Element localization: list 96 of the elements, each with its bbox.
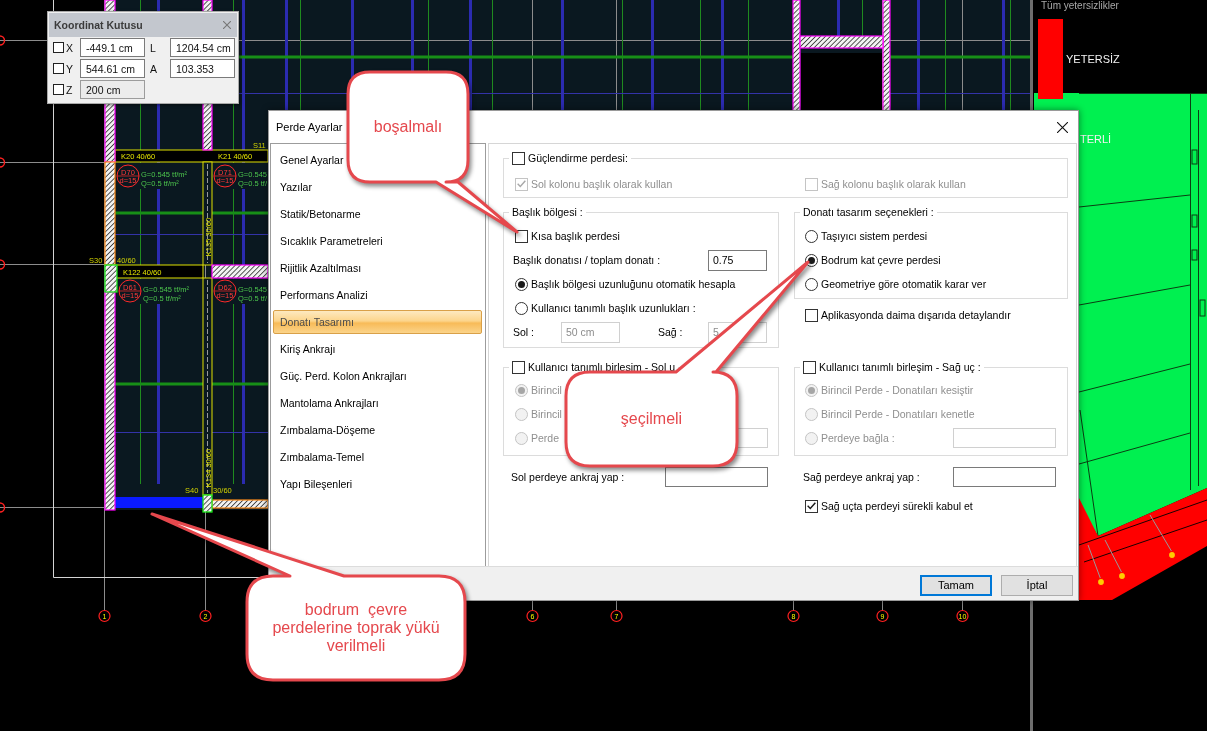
callout-text: şeçilmeli — [620, 410, 683, 428]
callout-text: bodrum çevre perdelerine toprak yükü verilmeli — [271, 601, 441, 655]
slab-marker-icon — [118, 279, 142, 303]
text-field[interactable] — [665, 467, 768, 487]
legend-label: TERLİ — [1080, 133, 1112, 145]
option-label: Birincil Perde - Donatıları kesiştir — [821, 384, 974, 396]
slab-marker-icon — [213, 164, 237, 188]
radio-button[interactable] — [515, 301, 528, 315]
close-icon[interactable] — [1057, 121, 1068, 133]
group-title: Kullanıcı tanımlı birleşim - Sağ uç : — [819, 361, 981, 373]
dialog-button[interactable]: Tamam — [920, 574, 992, 596]
hatched-wall — [211, 499, 269, 509]
nav-item[interactable]: Kiriş Ankrajı — [280, 342, 336, 356]
readout-field[interactable]: 1204.54 cm — [170, 38, 235, 57]
field-label: Sağ perdeye ankraj yap : — [803, 471, 920, 483]
view-title: Tüm yetersizlikler — [1041, 0, 1119, 11]
radio-button[interactable] — [805, 277, 818, 291]
callout-text: boşalmalı — [373, 118, 443, 136]
radio-button[interactable] — [515, 277, 528, 291]
axis-label: Y — [66, 62, 73, 75]
slab-marker-icon — [116, 164, 140, 188]
group-title: Kullanıcı tanımlı birleşim - Sol u — [528, 361, 676, 373]
checkbox[interactable] — [805, 499, 818, 513]
radio-dot-icon — [808, 386, 815, 394]
column — [104, 264, 118, 293]
axis-marker-icon — [0, 35, 6, 46]
option-label: Sağ uçta perdeyi sürekli kabul et — [821, 500, 973, 512]
field-label: Başlık donatısı / toplam donatı : — [513, 254, 661, 266]
option-label: Kullanıcı tanımlı başlık uzunlukları : — [531, 302, 696, 314]
option-label: Geometriye göre otomatik karar ver — [821, 278, 987, 290]
radio-button[interactable] — [805, 253, 818, 267]
support-marker-icon — [1167, 550, 1177, 560]
nav-item[interactable]: Statik/Betonarme — [280, 207, 361, 221]
readout-label: L — [149, 41, 157, 54]
dialog-button[interactable]: İptal — [1001, 574, 1073, 596]
radio-button[interactable] — [805, 229, 818, 243]
checkbox[interactable] — [512, 151, 525, 165]
slab-marker-icon — [213, 279, 237, 303]
option-label: Sol kolonu başlık olarak kullan — [531, 178, 673, 190]
axis-label: X — [66, 41, 73, 54]
readout-field[interactable]: 103.353 — [170, 59, 235, 78]
option-label: Birincil — [531, 408, 562, 420]
nav-item[interactable]: Sıcaklık Parametreleri — [280, 234, 383, 248]
field-label: Sol : — [513, 326, 535, 338]
option-label: Başlık bölgesi uzunluğunu otomatik hesapla — [531, 278, 736, 290]
field-label: Sağ : — [658, 326, 684, 338]
group-title: Donatı tasarım seçenekleri : — [803, 206, 934, 218]
radio-dot-icon — [808, 256, 815, 264]
text-field[interactable] — [953, 467, 1056, 487]
checkbox[interactable] — [53, 63, 64, 74]
checkbox[interactable] — [515, 229, 528, 243]
nav-item[interactable]: Rijitlik Azaltılması — [280, 261, 362, 275]
nav-item[interactable]: Mantolama Ankrajları — [280, 396, 379, 410]
checkbox[interactable] — [53, 42, 64, 53]
option-label: Taşıyıcı sistem perdesi — [821, 230, 928, 242]
group-title: Başlık bölgesi : — [512, 206, 583, 218]
checkbox[interactable] — [512, 360, 525, 374]
axis-label: Z — [66, 83, 73, 96]
group-title: Güçlendirme perdesi: — [528, 152, 628, 164]
nav-item[interactable]: Yapı Bileşenleri — [280, 477, 353, 491]
coordinate-field[interactable]: -449.1 cm — [80, 38, 145, 57]
option-label: Perde — [531, 432, 560, 444]
nav-item[interactable]: Genel Ayarlar — [280, 153, 344, 167]
coordinate-field[interactable]: 544.61 cm — [80, 59, 145, 78]
hatched-wall — [211, 264, 269, 279]
option-label: Bodrum kat çevre perdesi — [821, 254, 941, 266]
nav-item[interactable]: Yazılar — [280, 180, 312, 194]
option-label: Birincil — [531, 384, 562, 396]
option-label: Aplikasyonda daima dışarıda detaylandır — [821, 309, 1011, 321]
axis-marker-icon — [0, 157, 6, 168]
panel-title: Koordinat Kutusu — [54, 19, 143, 31]
option-label: Birincil Perde - Donatıları kenetle — [821, 408, 975, 420]
axis-marker-icon — [0, 259, 6, 270]
option-label: Kısa başlık perdesi — [531, 230, 620, 242]
checkmark-icon — [807, 502, 816, 510]
support-marker-icon — [1117, 571, 1127, 581]
dialog-title: Perde Ayarlar — [276, 121, 343, 133]
legend-label: YETERSİZ — [1066, 53, 1120, 65]
checkbox[interactable] — [805, 308, 818, 322]
nav-item[interactable]: Donatı Tasarımı — [273, 310, 482, 334]
checkmark-icon — [517, 180, 526, 188]
support-marker-icon — [1096, 577, 1106, 587]
checkbox[interactable] — [803, 360, 816, 374]
radio-dot-icon — [518, 386, 525, 394]
column — [202, 494, 213, 513]
option-label: Perdeye bağla : — [821, 432, 895, 444]
axis-marker-icon — [0, 502, 6, 513]
nav-item[interactable]: Güç. Perd. Kolon Ankrajları — [280, 369, 407, 383]
field-label: Sol perdeye ankraj yap : — [511, 471, 625, 483]
nav-item[interactable]: Zımbalama-Döşeme — [280, 423, 376, 437]
nav-item[interactable]: Performans Analizi — [280, 288, 368, 302]
nav-item[interactable]: Zımbalama-Temel — [280, 450, 365, 464]
readout-label: A — [149, 62, 158, 75]
radio-dot-icon — [518, 280, 525, 288]
text-field[interactable]: 0.75 — [708, 249, 767, 271]
option-label: Sağ kolonu başlık olarak kullan — [821, 178, 966, 190]
